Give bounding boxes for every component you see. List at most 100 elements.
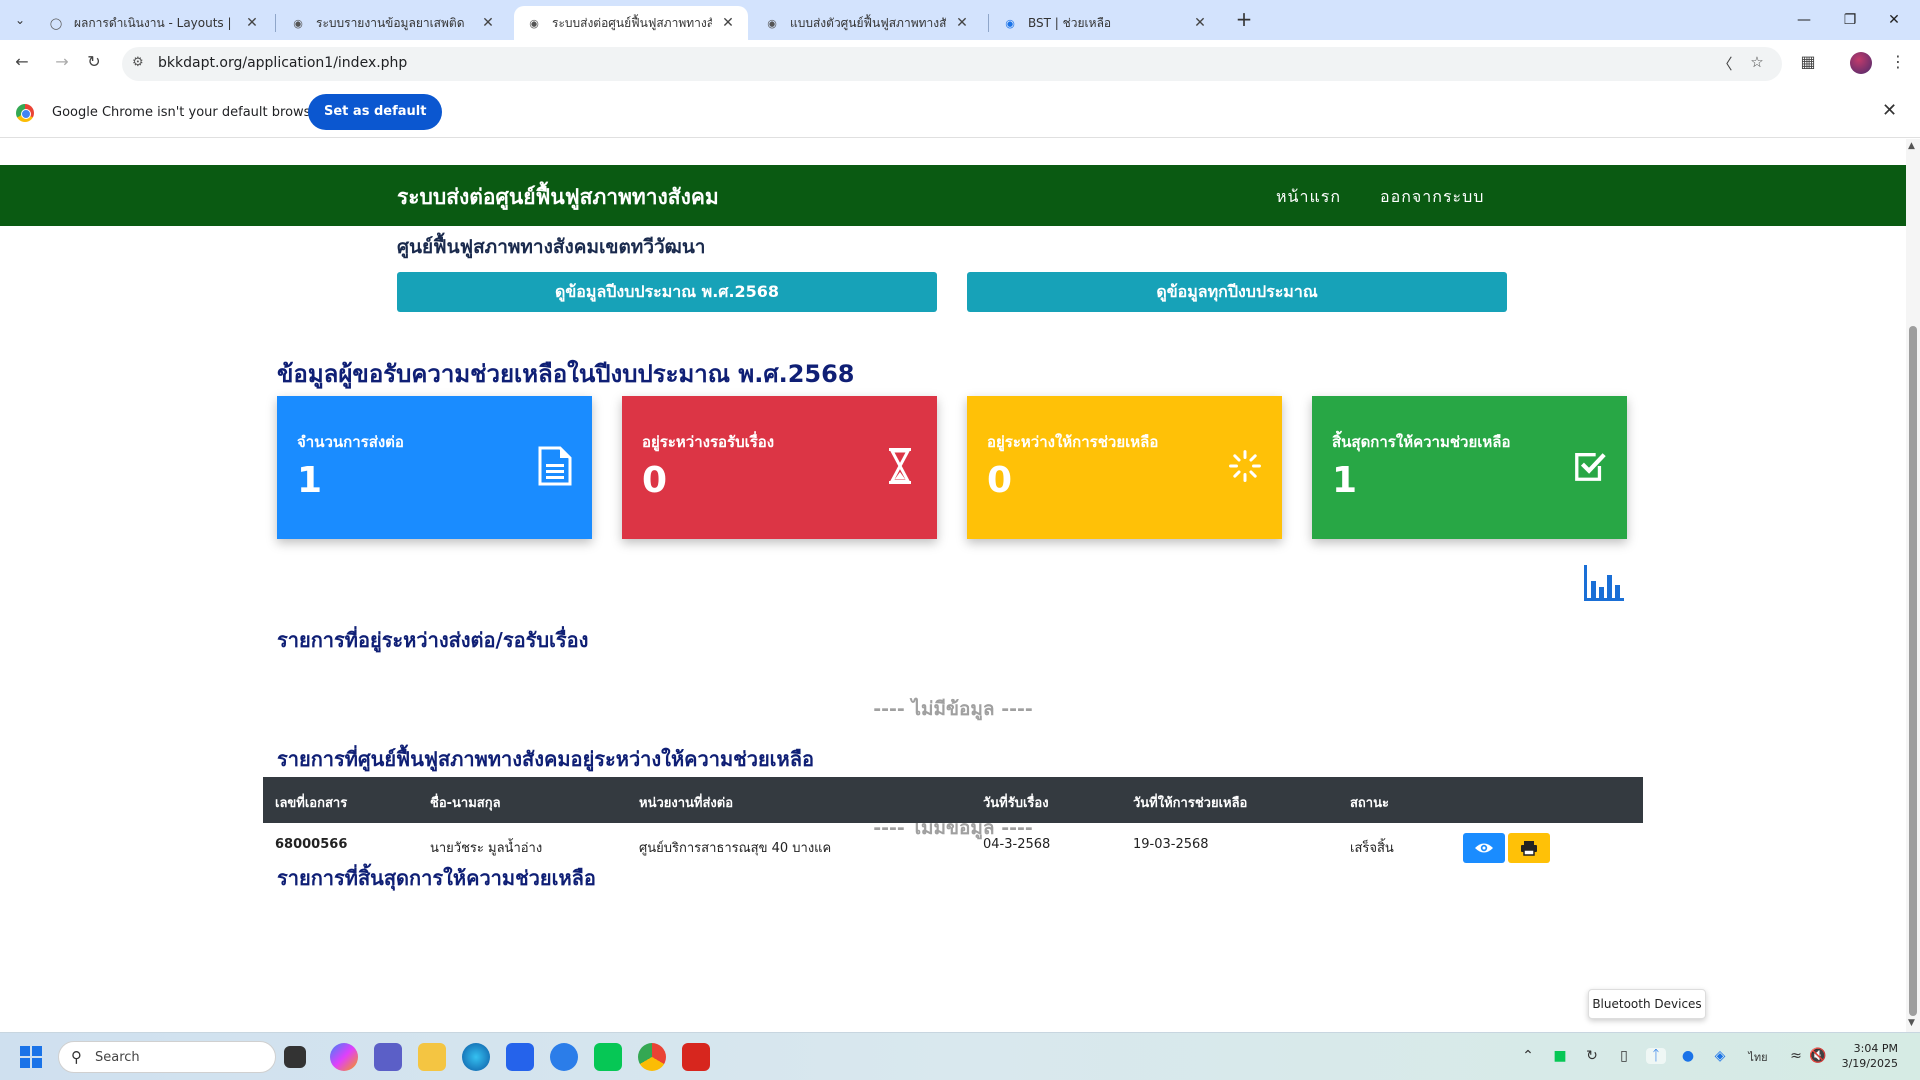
clock-date: 3/19/2025 [1841, 1057, 1898, 1070]
tray-sync-icon[interactable]: ↻ [1582, 1048, 1602, 1064]
site-info-icon[interactable]: ⚙ [132, 55, 144, 70]
scroll-thumb[interactable] [1909, 326, 1917, 1016]
tab-bst-help[interactable]: ◉ BST | ช่วยเหลือ ✕ [990, 6, 1220, 40]
windows-start-icon[interactable] [20, 1046, 42, 1068]
minimize-icon[interactable]: — [1792, 8, 1816, 32]
taskbar-search[interactable]: ⚲ Search [58, 1041, 276, 1073]
tab-title: ระบบส่งต่อศูนย์ฟื้นฟูสภาพทางสังคม [552, 15, 712, 30]
tab-search-chevron-icon[interactable]: ⌄ [8, 8, 32, 32]
in-progress-list-title: รายการที่ศูนย์ฟื้นฟูสภาพทางสังคมอยู่ระหว… [277, 747, 814, 771]
window-close-icon[interactable]: ✕ [1882, 8, 1906, 32]
stat-card-referrals[interactable]: จำนวนการส่งต่อ 1 [277, 396, 592, 539]
acrobat-icon[interactable] [682, 1043, 710, 1071]
infobar-close-icon[interactable]: ✕ [1882, 100, 1897, 121]
cell-agency: ศูนย์บริการสาธารณสุข 40 บางแค [639, 841, 832, 856]
cell-status: เสร็จสิ้น [1350, 841, 1394, 856]
tray-shield-icon[interactable]: ◈ [1710, 1048, 1730, 1064]
back-arrow-icon[interactable]: ← [10, 50, 34, 74]
tab-title: ระบบรายงานข้อมูลยาเสพติด [316, 15, 465, 30]
help-icon[interactable] [550, 1043, 578, 1071]
table-row: 68000566 นายวัชระ มูลน้ำอ่าง ศูนย์บริการ… [263, 823, 1643, 869]
taskbar-clock[interactable]: 3:04 PM 3/19/2025 [1838, 1041, 1898, 1071]
th-status[interactable]: สถานะ [1350, 792, 1389, 813]
task-view-icon[interactable] [284, 1046, 306, 1068]
tray-usb-icon[interactable]: ▯ [1614, 1048, 1634, 1064]
teams-icon[interactable] [374, 1043, 402, 1071]
view-year-data-button[interactable]: ดูข้อมูลปีงบประมาณ พ.ศ.2568 [397, 272, 937, 312]
tray-chevron-up-icon[interactable]: ⌃ [1518, 1048, 1538, 1064]
nav-home-link[interactable]: หน้าแรก [1276, 185, 1341, 210]
tab-referral-system[interactable]: ◉ ระบบส่งต่อศูนย์ฟื้นฟูสภาพทางสังคม ✕ [514, 6, 748, 40]
view-all-years-button[interactable]: ดูข้อมูลทุกปีงบประมาณ [967, 272, 1507, 312]
th-agency[interactable]: หน่วยงานที่ส่งต่อ [639, 792, 733, 813]
scroll-up-icon[interactable]: ▲ [1908, 141, 1915, 151]
store-icon[interactable] [506, 1043, 534, 1071]
tab-close-icon[interactable]: ✕ [480, 15, 496, 31]
scroll-down-icon[interactable]: ▼ [1908, 1018, 1915, 1028]
page-scrollbar[interactable]: ▲ ▼ [1906, 139, 1920, 1032]
infobar-message: Google Chrome isn't your default browser [52, 105, 324, 120]
printer-icon [1521, 841, 1537, 856]
language-indicator[interactable]: ไทย [1744, 1048, 1772, 1066]
search-placeholder: Search [95, 1050, 140, 1065]
tab-referral-form[interactable]: ◉ แบบส่งตัวศูนย์ฟื้นฟูสภาพทางสังคม ✕ [752, 6, 982, 40]
tab-close-icon[interactable]: ✕ [244, 15, 260, 31]
bar-chart-icon[interactable] [1582, 563, 1626, 603]
forward-arrow-icon[interactable]: → [50, 50, 74, 74]
tab-close-icon[interactable]: ✕ [954, 15, 970, 31]
chrome-taskbar-icon[interactable] [638, 1043, 666, 1071]
tray-bluetooth-icon[interactable]: ᛏ [1646, 1048, 1666, 1064]
view-record-button[interactable] [1463, 833, 1505, 863]
volume-muted-icon[interactable]: 🔇 [1808, 1048, 1828, 1064]
tab-nisp[interactable]: ◯ ผลการดำเนินงาน - Layouts | Nisp ✕ [36, 6, 272, 40]
extensions-puzzle-icon[interactable]: ▦ [1796, 50, 1820, 74]
edge-icon[interactable] [462, 1043, 490, 1071]
more-menu-icon[interactable]: ⋮ [1886, 50, 1910, 74]
tab-title: ผลการดำเนินงาน - Layouts | Nisp [74, 15, 236, 30]
tab-close-icon[interactable]: ✕ [720, 15, 736, 31]
th-received-date[interactable]: วันที่รับเรื่อง [983, 792, 1049, 813]
globe-icon: ◉ [529, 16, 539, 30]
browser-toolbar: ← → ↻ ⚙ bkkdapt.org/application1/index.p… [0, 40, 1920, 86]
tray-app-icon[interactable]: ● [1678, 1048, 1698, 1064]
address-bar[interactable]: ⚙ bkkdapt.org/application1/index.php 〈 ☆ [122, 47, 1782, 81]
windows-taskbar: ⚲ Search ⌃ ■ ↻ ▯ ᛏ ● ◈ ไทย ≈ 🔇 3:04 PM 3… [0, 1032, 1920, 1080]
stat-card-label: สิ้นสุดการให้ความช่วยเหลือ [1332, 433, 1511, 451]
th-assist-date[interactable]: วันที่ให้การช่วยเหลือ [1133, 792, 1247, 813]
set-as-default-button[interactable]: Set as default [308, 94, 443, 130]
document-icon [538, 446, 572, 486]
wifi-icon[interactable]: ≈ [1786, 1048, 1806, 1064]
line-app-icon[interactable] [594, 1043, 622, 1071]
bluetooth-tooltip: Bluetooth Devices [1588, 989, 1706, 1019]
cell-doc-no: 68000566 [275, 837, 348, 852]
clock-time: 3:04 PM [1853, 1042, 1898, 1055]
url-text: bkkdapt.org/application1/index.php [158, 55, 408, 71]
pending-list-title: รายการที่อยู่ระหว่างส่งต่อ/รอรับเรื่อง [277, 628, 589, 652]
site-brand[interactable]: ระบบส่งต่อศูนย์ฟื้นฟูสภาพทางสังคม [397, 181, 719, 214]
profile-avatar[interactable] [1850, 52, 1872, 74]
copilot-icon[interactable] [330, 1043, 358, 1071]
restore-icon[interactable]: ❐ [1838, 8, 1862, 32]
new-tab-plus-icon[interactable]: + [1232, 8, 1256, 32]
bookmark-star-icon[interactable]: ☆ [1746, 53, 1768, 71]
stat-card-pending[interactable]: อยู่ระหว่างรอรับเรื่อง 0 [622, 396, 937, 539]
th-doc-no[interactable]: เลขที่เอกสาร [275, 792, 347, 813]
stat-card-completed[interactable]: สิ้นสุดการให้ความช่วยเหลือ 1 [1312, 396, 1627, 539]
cell-assist-date: 19-03-2568 [1133, 837, 1209, 852]
reload-icon[interactable]: ↻ [82, 50, 106, 74]
file-explorer-icon[interactable] [418, 1043, 446, 1071]
print-record-button[interactable] [1508, 833, 1550, 863]
completed-table-header: เลขที่เอกสาร ชื่อ-นามสกุล หน่วยงานที่ส่ง… [263, 777, 1643, 823]
nav-logout-link[interactable]: ออกจากระบบ [1380, 185, 1484, 210]
tab-drug-report[interactable]: ◉ ระบบรายงานข้อมูลยาเสพติด ✕ [278, 6, 508, 40]
tab-favicon-icon: ◯ [49, 16, 63, 30]
cell-name: นายวัชระ มูลน้ำอ่าง [430, 841, 543, 856]
pending-no-data: ---- ไม่มีข้อมูล ---- [873, 698, 1033, 720]
default-browser-infobar: Google Chrome isn't your default browser… [0, 86, 1920, 138]
site-navbar: ระบบส่งต่อศูนย์ฟื้นฟูสภาพทางสังคม หน้าแร… [0, 165, 1906, 226]
tray-line-icon[interactable]: ■ [1550, 1048, 1570, 1064]
th-name[interactable]: ชื่อ-นามสกุล [430, 792, 501, 813]
stat-card-in-progress[interactable]: อยู่ระหว่างให้การช่วยเหลือ 0 [967, 396, 1282, 539]
translate-icon[interactable]: 〈 [1714, 53, 1736, 74]
tab-close-icon[interactable]: ✕ [1192, 15, 1208, 31]
